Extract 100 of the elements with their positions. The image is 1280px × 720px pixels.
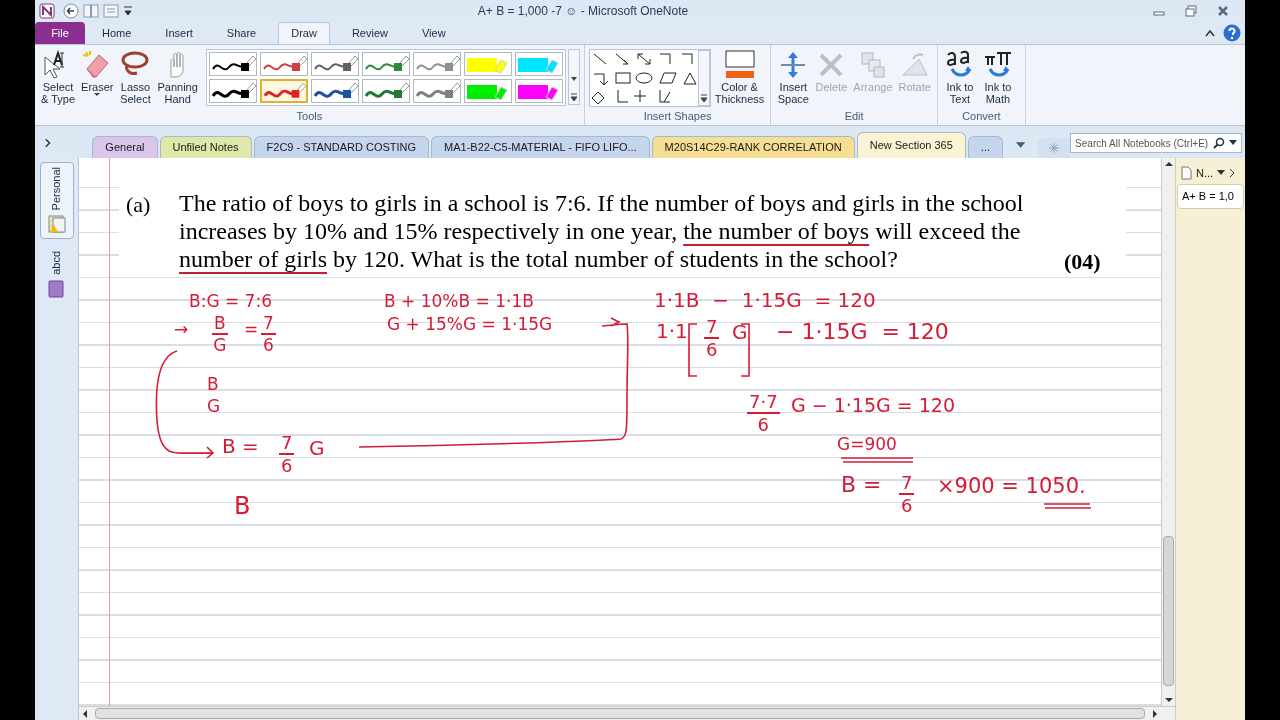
caret-icon[interactable] — [1229, 140, 1237, 146]
pen-swatch[interactable] — [310, 52, 359, 76]
handwritten-fraction: 7 6 — [261, 315, 276, 354]
handwritten-text: G — [207, 398, 221, 415]
close-icon[interactable] — [1217, 5, 1229, 17]
pen-icon — [413, 81, 460, 101]
handwritten-text: B — [234, 494, 251, 518]
handwritten-text: B — [207, 376, 219, 393]
handwritten-text: = — [244, 321, 259, 338]
handwritten-text: 1·1 — [656, 321, 688, 341]
search-icon[interactable] — [1213, 137, 1225, 149]
pen-icon — [209, 81, 256, 101]
new-page-label: N... — [1196, 165, 1214, 181]
pen-icon — [261, 81, 306, 101]
notebook-item[interactable]: abcd — [39, 247, 74, 304]
collapse-ribbon-icon[interactable] — [1205, 29, 1215, 37]
pen-icon — [209, 54, 256, 74]
window-title: A+ B = 1,000 -7 ☺ - Microsoft OneNote — [476, 3, 690, 20]
eraser-button[interactable]: Eraser — [79, 49, 116, 97]
handwritten-fraction: B G — [212, 315, 228, 354]
file-tab[interactable]: File — [35, 22, 85, 44]
new-page-button[interactable]: N... — [1176, 162, 1245, 184]
pen-icon — [311, 81, 358, 101]
handwritten-text: B + 10%B = 1·1B — [384, 293, 534, 310]
pen-swatch[interactable] — [310, 79, 359, 103]
select-type-button[interactable]: Select & Type — [39, 49, 78, 105]
handwritten-text: G + 15%G = 1·15G — [387, 316, 553, 333]
pen-icon — [413, 54, 460, 74]
notebook-icon — [46, 279, 67, 300]
scrollbar-thumb[interactable] — [1163, 536, 1174, 686]
section-tab[interactable]: M20S14C29-RANK CORRELATION — [651, 136, 855, 158]
ribbon-tab[interactable]: Share — [214, 22, 269, 44]
section-tab[interactable]: ... — [967, 136, 1004, 158]
pen-swatch[interactable] — [412, 79, 461, 103]
group-label: Convert — [961, 109, 1002, 124]
pen-icon — [362, 54, 409, 74]
section-tab[interactable]: General — [92, 136, 158, 158]
restore-icon[interactable] — [1185, 5, 1197, 17]
marks-label: (04) — [1064, 248, 1101, 276]
section-tab[interactable]: New Section 365 — [856, 132, 966, 158]
ribbon-tab[interactable]: Insert — [153, 22, 205, 44]
handwritten-text: B:G = 7:6 — [189, 293, 272, 310]
expand-chevron-icon[interactable] — [43, 137, 53, 149]
pen-swatch[interactable] — [259, 79, 308, 103]
section-tab[interactable]: MA1-B22-C5-MATERIAL - FIFO LIFO... — [431, 136, 650, 158]
handwritten-text: G — [309, 438, 325, 458]
pen-icon — [311, 54, 358, 74]
caret-icon — [94, 93, 101, 97]
handwritten-text: B = — [841, 474, 882, 496]
ink-to-text-button[interactable]: Ink to Text — [941, 49, 978, 105]
handwritten-text: G=900 — [837, 436, 897, 453]
pen-swatch[interactable] — [208, 52, 257, 76]
help-icon[interactable] — [1223, 24, 1241, 42]
search-field[interactable]: Search All Notebooks (Ctrl+E) — [1070, 133, 1242, 153]
ribbon-tab[interactable]: Home — [90, 22, 144, 44]
scrollbar-thumb[interactable] — [95, 708, 1145, 719]
chevron-icon — [1229, 168, 1236, 178]
customize-caret-icon[interactable] — [123, 4, 133, 18]
pen-swatch[interactable] — [412, 52, 461, 76]
color-swatch-icon — [723, 49, 756, 81]
pen-swatch[interactable] — [259, 52, 308, 76]
handwritten-text: − 1·15G = 120 — [776, 321, 949, 343]
notebook-item[interactable]: Personal — [39, 162, 74, 240]
group-label: Insert Shapes — [642, 109, 713, 124]
gallery-scroll-icon[interactable] — [567, 49, 580, 105]
handwritten-fraction: 7 6 — [279, 434, 295, 475]
pen-swatch[interactable] — [361, 79, 410, 103]
ink-to-math-button[interactable]: Ink to Math — [979, 49, 1016, 105]
handwritten-text: B = — [222, 436, 259, 456]
notebook-icon — [46, 214, 67, 235]
caret-icon — [1217, 170, 1226, 176]
pen-icon — [260, 54, 307, 74]
pen-icon — [362, 81, 409, 101]
back-icon[interactable] — [63, 3, 79, 19]
sparkle-icon — [1049, 143, 1060, 153]
section-tab[interactable]: Unfiled Notes — [159, 136, 252, 158]
handwritten-fraction: 7 6 — [704, 318, 720, 359]
gallery-scroll-icon[interactable] — [697, 50, 710, 106]
lasso-select-button[interactable]: Lasso Select — [117, 49, 154, 105]
pen-swatch[interactable] — [208, 79, 257, 103]
handwritten-text: 1·1B − 1·15G = 120 — [654, 290, 876, 310]
handwritten-text: G — [732, 322, 748, 342]
dropdown-caret-icon[interactable] — [1015, 141, 1027, 149]
color-thickness-button[interactable]: Color & Thickness — [712, 49, 767, 105]
double-underline — [1043, 503, 1092, 509]
panning-hand-button[interactable]: Panning Hand — [155, 49, 200, 105]
group-label: Tools — [295, 109, 324, 124]
handwritten-fraction: 7·7 6 — [747, 393, 780, 434]
handwritten-fraction: 7 6 — [899, 474, 915, 515]
question-text: The ratio of boys to girls in a school is 7:6. If the number of boys and girls in the school increases by 10% and 15% respectively in one year, the number of boys will exceed the number of girls by 120. What is the total number of students in the school? — [179, 189, 1025, 273]
insert-space-button[interactable]: Insert Space — [775, 49, 812, 105]
ribbon-tab[interactable]: View — [409, 22, 458, 44]
pen-swatch[interactable] — [361, 52, 410, 76]
page-tab[interactable]: A+ B = 1,0 — [1177, 184, 1244, 209]
onenote-logo-icon — [39, 3, 55, 19]
ribbon-tab[interactable]: Draw — [278, 22, 330, 44]
handwritten-text: G − 1·15G = 120 — [791, 396, 955, 415]
group-label: Edit — [843, 109, 865, 124]
ribbon-tab[interactable]: Review — [339, 22, 400, 44]
section-tab[interactable]: F2C9 - STANDARD COSTING — [253, 136, 430, 158]
